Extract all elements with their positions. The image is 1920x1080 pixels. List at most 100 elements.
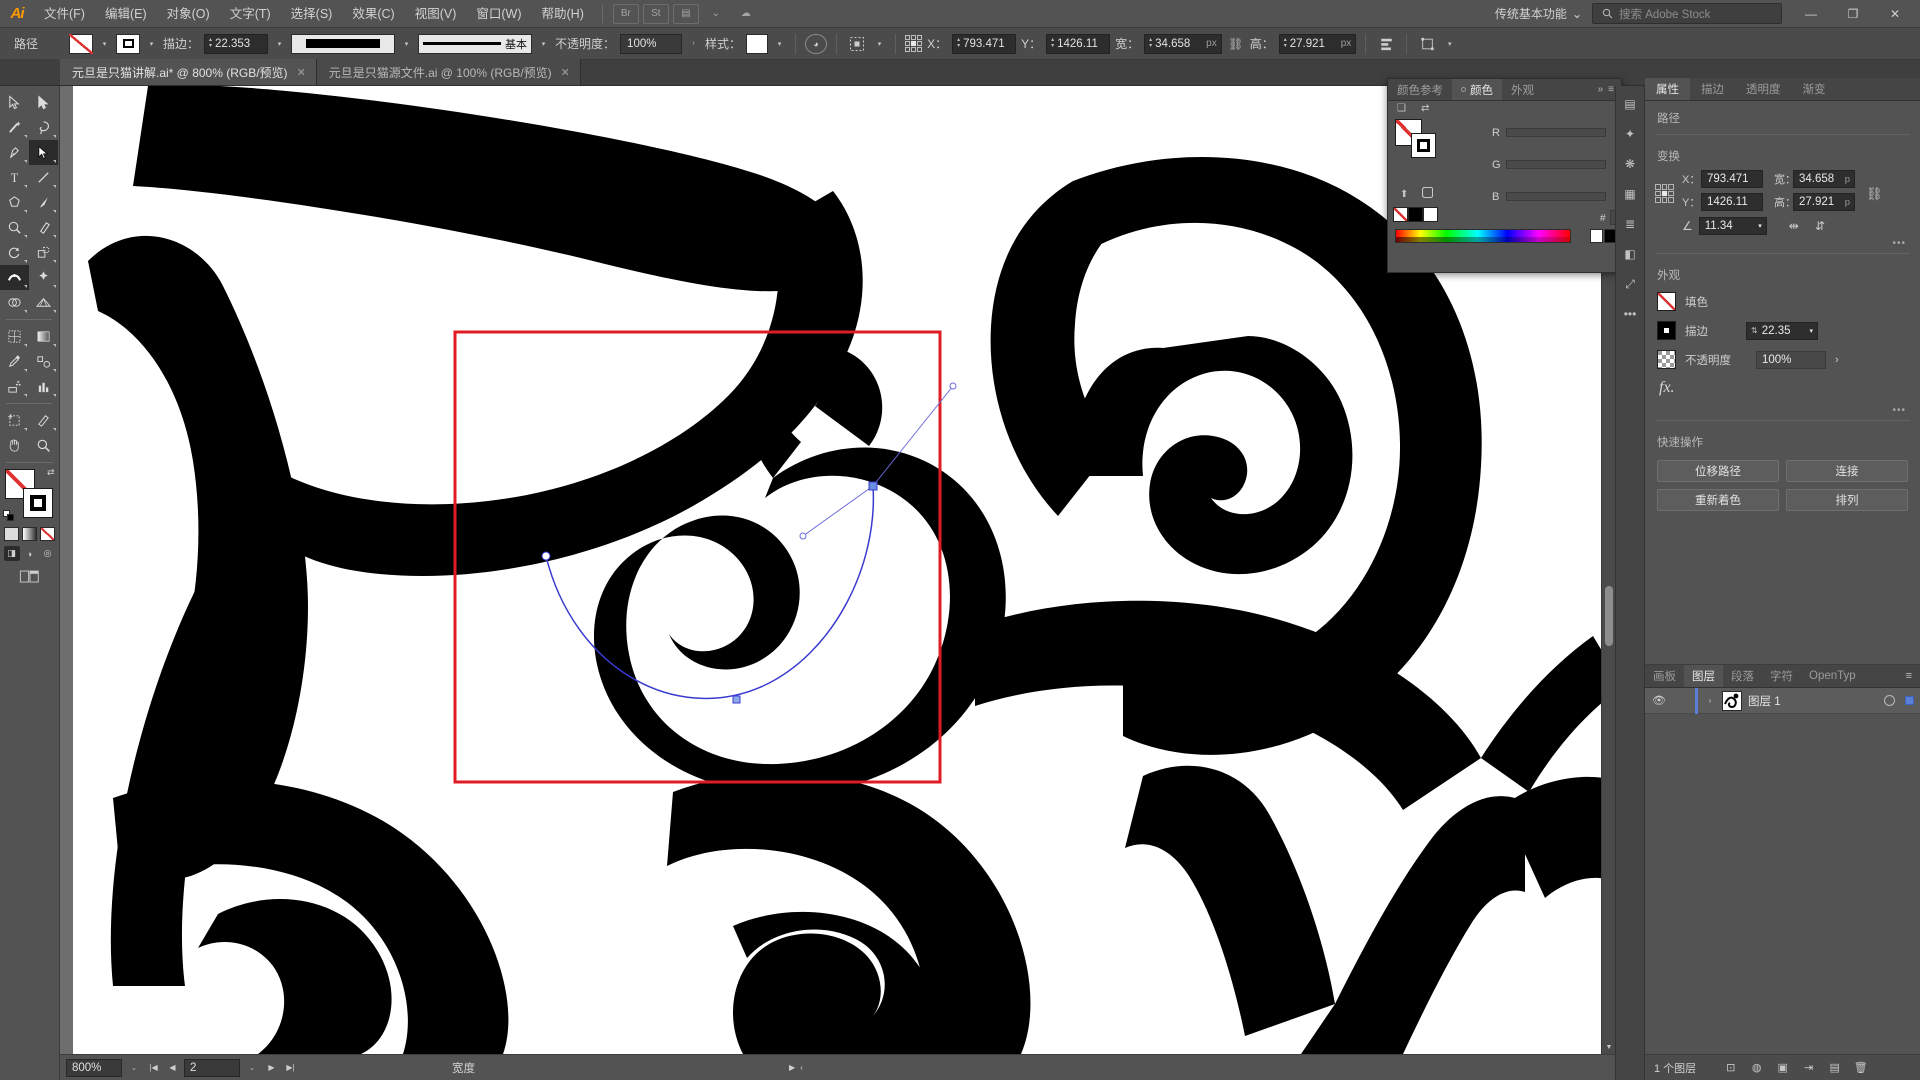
opacity-input[interactable]: 100%: [620, 33, 683, 54]
tab-opentype[interactable]: OpenTyp: [1801, 665, 1864, 687]
recolor-artwork-icon[interactable]: ◕: [805, 33, 828, 54]
visibility-eye-icon[interactable]: 👁: [1651, 694, 1667, 707]
document-tab-inactive[interactable]: 元旦是只猫源文件.ai @ 100% (RGB/预览) ✕: [316, 59, 581, 85]
draw-normal-mode[interactable]: ◨: [3, 546, 20, 561]
close-button[interactable]: ✕: [1874, 0, 1916, 27]
polygon-tool[interactable]: [0, 190, 29, 215]
transform-chevron-down-icon[interactable]: ▾: [1443, 35, 1456, 53]
perspective-grid-tool[interactable]: [29, 290, 58, 315]
anchor-point[interactable]: [868, 481, 878, 491]
zoom-chevron-down-icon[interactable]: ⌄: [126, 1059, 142, 1077]
menu-object[interactable]: 对象(O): [157, 0, 220, 28]
more-panels-icon[interactable]: •••: [1618, 302, 1642, 326]
workspace-switcher[interactable]: 传统基本功能 ⌄: [1485, 3, 1592, 25]
zoom-level-input[interactable]: 800%: [66, 1058, 122, 1077]
artboard[interactable]: [73, 86, 1615, 1054]
new-sublayer-icon[interactable]: ▣: [1775, 1060, 1790, 1075]
gradient-tool[interactable]: [29, 324, 58, 349]
scale-tool[interactable]: [29, 240, 58, 265]
anchor-point[interactable]: [732, 695, 741, 704]
stroke-weight-chevron-down-icon[interactable]: ▾: [273, 35, 286, 53]
height-input[interactable]: 27.921 p: [1793, 193, 1855, 211]
y-input[interactable]: 1426.11: [1701, 193, 1763, 211]
revert-color-icon[interactable]: ⬆: [1400, 189, 1408, 200]
angle-chevron-down-icon[interactable]: ▾: [1758, 222, 1762, 230]
zoom-tool[interactable]: [29, 433, 58, 458]
menu-edit[interactable]: 编辑(E): [95, 0, 157, 28]
constrain-proportions-icon[interactable]: ⛓: [1227, 34, 1245, 54]
tab-stroke[interactable]: 描边: [1690, 78, 1735, 100]
tab-layers[interactable]: 图层: [1684, 665, 1723, 687]
x-input[interactable]: 793.471: [1701, 170, 1763, 188]
rotate-tool[interactable]: [0, 240, 29, 265]
delete-layer-icon[interactable]: 🗑: [1853, 1060, 1868, 1075]
tab-color-guide[interactable]: 颜色参考: [1388, 79, 1452, 100]
next-artboard-button[interactable]: ▶: [264, 1059, 279, 1077]
collect-export-icon[interactable]: ⇥: [1801, 1060, 1816, 1075]
opacity-arrow-icon[interactable]: ›: [1835, 354, 1839, 366]
blend-tool[interactable]: [29, 349, 58, 374]
maximize-button[interactable]: ❐: [1832, 0, 1874, 27]
mesh-tool[interactable]: [0, 324, 29, 349]
swap-fill-stroke-icon[interactable]: ⇄: [47, 467, 55, 478]
graphic-style-swatch[interactable]: [746, 33, 769, 54]
menu-effect[interactable]: 效果(C): [342, 0, 404, 28]
shaper-tool[interactable]: [0, 215, 29, 240]
swatches-icon[interactable]: ▦: [1618, 182, 1642, 206]
transform-reference-point[interactable]: [905, 35, 923, 52]
free-transform-tool[interactable]: [29, 265, 58, 290]
opacity-input[interactable]: 100%: [1756, 350, 1826, 369]
fx-icon[interactable]: fx.: [1657, 379, 1675, 397]
stroke-definition-preview[interactable]: [291, 33, 396, 54]
none-color-icon[interactable]: [40, 527, 55, 541]
stroke-swatch[interactable]: [22, 488, 53, 518]
stroke-swatch[interactable]: [1657, 321, 1676, 340]
stroke-weight-chevron-down-icon[interactable]: ▾: [1809, 327, 1813, 335]
recolor-button[interactable]: 重新着色: [1657, 489, 1779, 511]
color-spectrum-bar[interactable]: [1395, 229, 1571, 243]
hand-tool[interactable]: [0, 433, 29, 458]
channel-slider-b[interactable]: [1506, 192, 1606, 201]
join-button[interactable]: 连接: [1786, 460, 1908, 482]
scrollbar-thumb[interactable]: [1605, 586, 1613, 646]
panel-menu-icon[interactable]: ≡: [1906, 665, 1920, 687]
y-input[interactable]: ▴ ▾ 1426.11: [1046, 33, 1111, 54]
appearance-more-options[interactable]: •••: [1645, 402, 1920, 416]
stock-search-input[interactable]: 搜索 Adobe Stock: [1592, 3, 1782, 24]
collapse-panel-icon[interactable]: »: [1598, 84, 1604, 95]
first-artboard-button[interactable]: |◀: [146, 1059, 161, 1077]
none-swatch-icon[interactable]: [1393, 207, 1408, 222]
magic-wand-tool[interactable]: [0, 115, 29, 140]
width-stepper[interactable]: ▴ ▾: [1149, 37, 1152, 49]
draw-behind-mode[interactable]: ◑: [22, 546, 38, 561]
align-icon[interactable]: ≣: [1618, 212, 1642, 236]
brushes-icon[interactable]: ✦: [1618, 122, 1642, 146]
new-layer-icon[interactable]: ▤: [1827, 1060, 1842, 1075]
offset-path-button[interactable]: 位移路径: [1657, 460, 1779, 482]
select-similar-chevron-down-icon[interactable]: ▾: [873, 35, 886, 53]
transform-icon[interactable]: ⤢: [1618, 272, 1642, 296]
stroke-color-swatch[interactable]: [116, 33, 140, 54]
artboard-number-input[interactable]: 2: [184, 1058, 240, 1077]
symbols-icon[interactable]: ❋: [1618, 152, 1642, 176]
x-input[interactable]: ▴ ▾ 793.471: [952, 33, 1017, 54]
white-swatch-icon[interactable]: [1423, 207, 1438, 222]
libraries-icon[interactable]: ▤: [1618, 92, 1642, 116]
fill-chevron-down-icon[interactable]: ▾: [98, 35, 111, 53]
symbol-sprayer-tool[interactable]: [0, 374, 29, 399]
arrange-caret-icon[interactable]: ⌄: [703, 4, 729, 24]
prev-artboard-button[interactable]: ◀: [165, 1059, 180, 1077]
y-stepper[interactable]: ▴ ▾: [1051, 37, 1054, 49]
x-stepper[interactable]: ▴ ▾: [957, 37, 960, 49]
height-stepper[interactable]: ▴ ▾: [1284, 37, 1287, 49]
select-similar-icon[interactable]: [846, 34, 868, 54]
lasso-tool[interactable]: [29, 115, 58, 140]
close-icon[interactable]: ✕: [297, 66, 306, 79]
selection-tool[interactable]: [0, 90, 29, 115]
layer-name[interactable]: 图层 1: [1748, 693, 1878, 709]
stroke-definition-chevron-down-icon[interactable]: ▾: [400, 35, 413, 53]
table-row[interactable]: 👁 › 图层 1: [1645, 687, 1920, 714]
fill-swatch-none[interactable]: [1657, 292, 1676, 311]
arrange-documents-icon[interactable]: ▤: [672, 3, 699, 24]
angle-input[interactable]: 11.34 ▾: [1698, 217, 1767, 235]
